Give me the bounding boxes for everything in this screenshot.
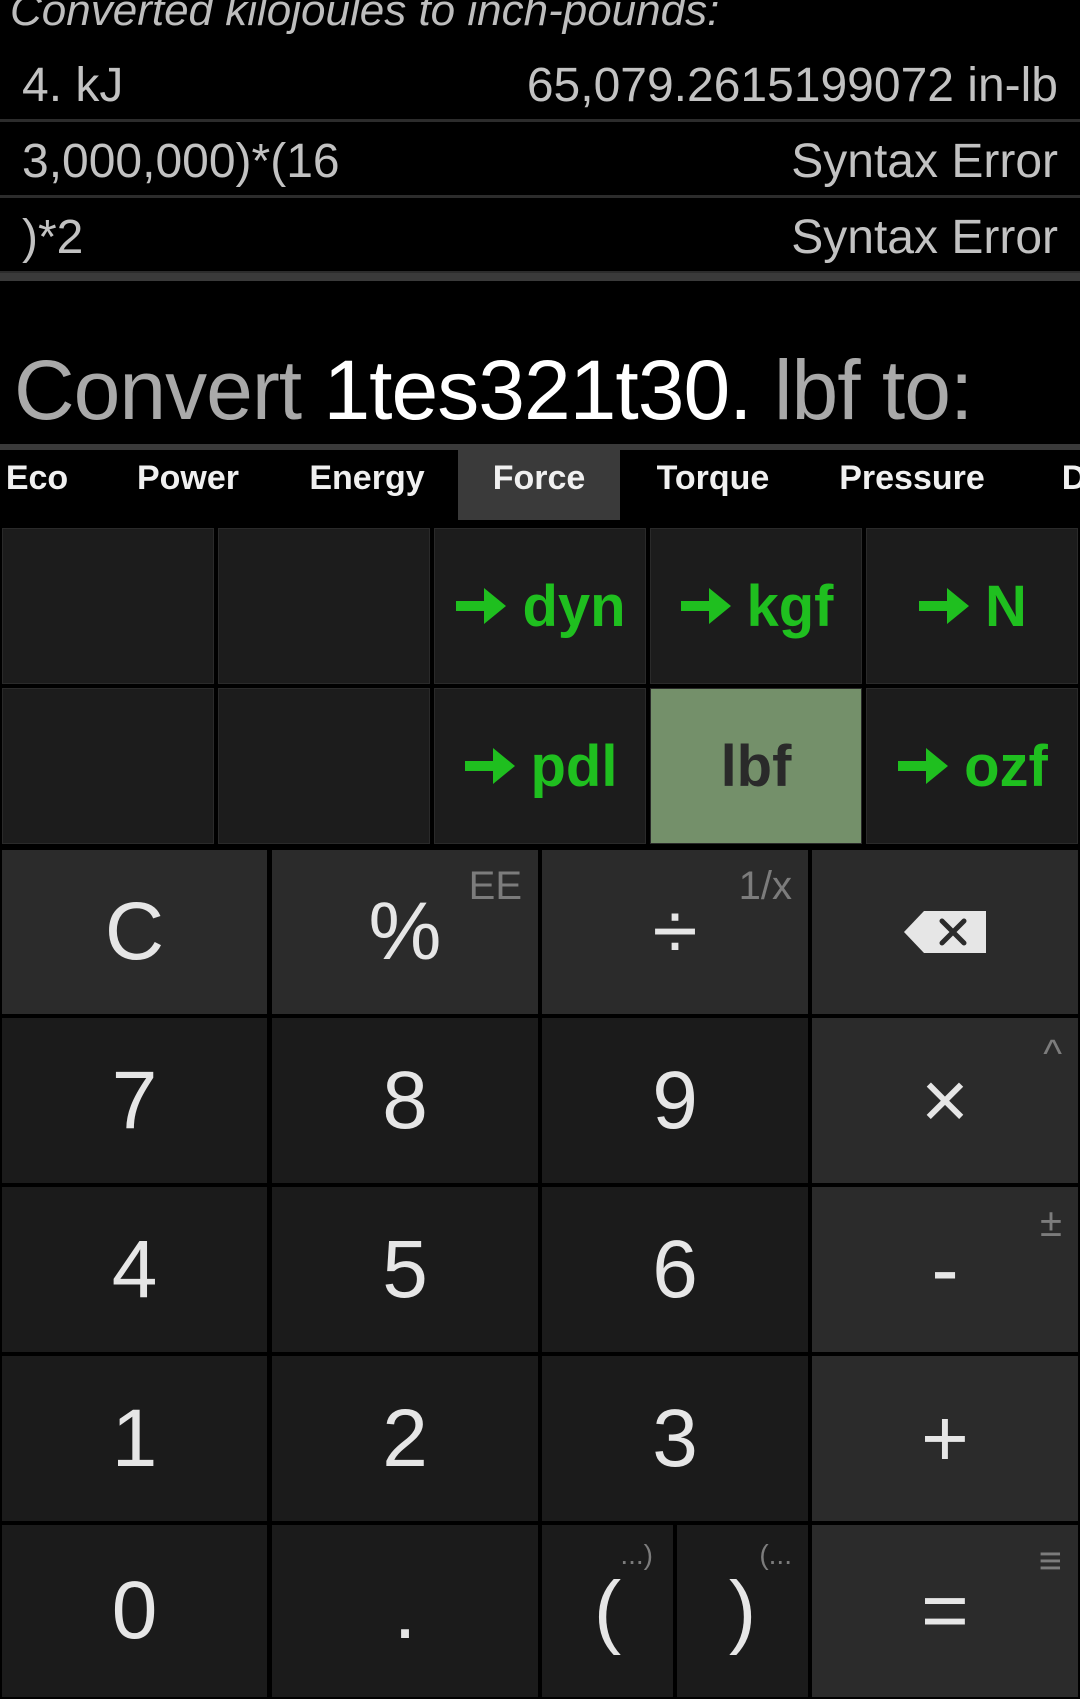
unit-label: dyn (522, 573, 626, 639)
key-label: 4 (111, 1223, 158, 1315)
minus-button[interactable]: - ± (812, 1187, 1078, 1352)
history-panel: Converted kilojoules to inch-pounds: 4. … (0, 0, 1080, 282)
history-expression: 4. kJ (22, 59, 124, 112)
unit-kgf-button[interactable]: kgf (650, 528, 862, 684)
history-title: Converted kilojoules to inch-pounds: (10, 0, 720, 35)
keypad: C % EE ÷ 1/x 7 8 9 × ^ 4 5 6 - ± 1 2 3 +… (0, 848, 1080, 1699)
close-paren-button[interactable]: ) (... (677, 1525, 808, 1697)
history-divider (0, 273, 1080, 281)
tab-torque[interactable]: Torque (648, 450, 778, 520)
tab-pressure[interactable]: Pressure (830, 450, 994, 520)
unit-label: pdl (530, 733, 618, 799)
digit-2-button[interactable]: 2 (272, 1356, 538, 1521)
arrow-right-icon (454, 584, 508, 628)
unit-empty (2, 528, 214, 684)
tab-energy[interactable]: Energy (292, 450, 442, 520)
backspace-button[interactable] (812, 850, 1078, 1014)
key-label: 2 (382, 1392, 428, 1484)
digit-3-button[interactable]: 3 (542, 1356, 808, 1521)
display-value: 1tes321t30. (323, 343, 752, 437)
key-label: 5 (382, 1223, 428, 1315)
history-result: 65,079.2615199072 in-lb (526, 59, 1058, 112)
digit-7-button[interactable]: 7 (2, 1018, 267, 1183)
display-prefix: Convert (14, 343, 302, 437)
key-label: 6 (652, 1223, 698, 1315)
divide-button[interactable]: ÷ 1/x (542, 850, 808, 1014)
open-paren-button[interactable]: ( ...) (542, 1525, 673, 1697)
key-secondary-label: ...) (620, 1539, 653, 1570)
digit-5-button[interactable]: 5 (272, 1187, 538, 1352)
unit-empty (218, 528, 430, 684)
key-label: 3 (652, 1392, 698, 1484)
unit-label: N (985, 573, 1027, 639)
key-label: ) (728, 1565, 757, 1656)
tab-eco[interactable]: Eco (0, 450, 74, 520)
tab-power[interactable]: Power (118, 450, 258, 520)
unit-ozf-button[interactable]: ozf (866, 688, 1078, 844)
display-suffix: lbf to: (773, 343, 973, 437)
display-line: Convert 1tes321t30. lbf to: (14, 342, 973, 439)
digit-9-button[interactable]: 9 (542, 1018, 808, 1183)
unit-label: lbf (720, 733, 792, 799)
key-label: 0 (111, 1565, 158, 1656)
unit-pdl-button[interactable]: pdl (434, 688, 646, 844)
tab-d[interactable]: D (1054, 450, 1080, 520)
key-secondary-label: 1/x (738, 864, 792, 908)
tab-force[interactable]: Force (458, 450, 620, 520)
history-row[interactable]: )*2 Syntax Error (0, 200, 1080, 274)
history-row[interactable]: 4. kJ 65,079.2615199072 in-lb (0, 48, 1080, 122)
unit-grid: dyn kgf N pdl lbf ozf (0, 526, 1080, 846)
digit-0-button[interactable]: 0 (2, 1525, 267, 1697)
key-label: = (921, 1565, 969, 1656)
key-label: 8 (382, 1054, 428, 1146)
key-secondary-label: (... (759, 1539, 792, 1570)
plus-button[interactable]: + (812, 1356, 1078, 1521)
key-label: 1 (111, 1392, 158, 1484)
history-result: Syntax Error (791, 211, 1058, 264)
history-expression: 3,000,000)*(16 (22, 135, 340, 188)
unit-empty (2, 688, 214, 844)
decimal-point-button[interactable]: . (272, 1525, 538, 1697)
key-label: C (104, 886, 165, 977)
percent-button[interactable]: % EE (272, 850, 538, 1014)
arrow-right-icon (679, 584, 733, 628)
key-label: ÷ (652, 886, 698, 977)
key-label: 7 (111, 1054, 158, 1146)
key-secondary-label: ^ (1043, 1032, 1062, 1076)
backspace-icon (902, 909, 988, 955)
unit-n-button[interactable]: N (866, 528, 1078, 684)
unit-empty (218, 688, 430, 844)
digit-8-button[interactable]: 8 (272, 1018, 538, 1183)
key-secondary-label: ± (1040, 1201, 1062, 1245)
conversion-display[interactable]: Convert 1tes321t30. lbf to: (0, 282, 1080, 444)
unit-dyn-button[interactable]: dyn (434, 528, 646, 684)
unit-lbf-selected[interactable]: lbf (650, 688, 862, 844)
key-label: ( (593, 1565, 622, 1656)
history-expression: )*2 (22, 211, 84, 264)
multiply-button[interactable]: × ^ (812, 1018, 1078, 1183)
key-label: % (368, 886, 442, 977)
arrow-right-icon (917, 584, 971, 628)
key-label: . (393, 1565, 417, 1656)
unit-label: kgf (746, 573, 834, 639)
digit-1-button[interactable]: 1 (2, 1356, 267, 1521)
key-label: + (921, 1392, 969, 1484)
digit-4-button[interactable]: 4 (2, 1187, 267, 1352)
history-row[interactable]: 3,000,000)*(16 Syntax Error (0, 124, 1080, 198)
digit-6-button[interactable]: 6 (542, 1187, 808, 1352)
key-secondary-label: EE (468, 864, 522, 908)
history-result: Syntax Error (791, 135, 1058, 188)
unit-label: ozf (964, 733, 1048, 799)
key-label: - (931, 1223, 959, 1315)
category-tabs: Eco Power Energy Force Torque Pressure D (0, 450, 1080, 520)
arrow-right-icon (463, 744, 517, 788)
key-label: × (921, 1054, 969, 1146)
menu-icon: ≡ (1038, 1539, 1062, 1583)
arrow-right-icon (896, 744, 950, 788)
equals-button[interactable]: = ≡ (812, 1525, 1078, 1697)
clear-button[interactable]: C (2, 850, 267, 1014)
key-label: 9 (652, 1054, 698, 1146)
